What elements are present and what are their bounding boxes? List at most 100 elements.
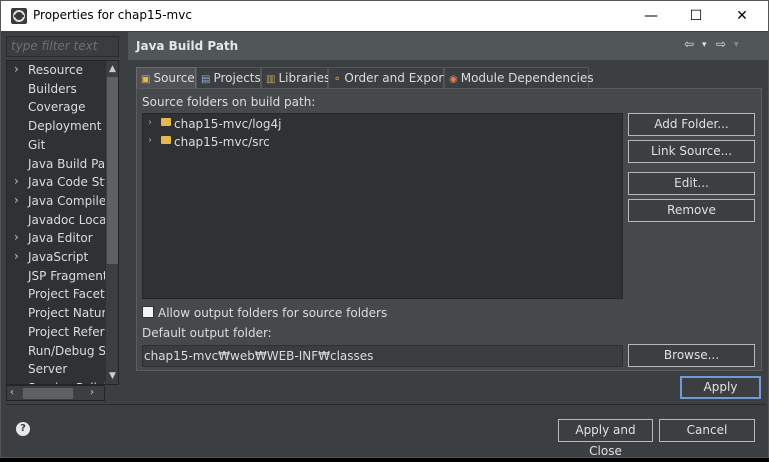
add-folder-button[interactable]: Add Folder... bbox=[628, 113, 755, 136]
module-tab-icon: ◉ bbox=[449, 74, 458, 85]
tree-item[interactable]: › chap15-mvc/log4j bbox=[143, 116, 613, 134]
nav-item[interactable]: Server bbox=[7, 361, 105, 379]
nav-item[interactable]: Run/Debug Settings bbox=[7, 343, 105, 361]
nav-item[interactable]: Java Build Path bbox=[7, 156, 105, 174]
nav-item-label: Server bbox=[28, 362, 68, 377]
tab-module-dependencies[interactable]: ◉ Module Dependencies bbox=[444, 67, 594, 88]
expand-arrow-icon[interactable]: › bbox=[14, 230, 24, 244]
nav-item-label: Javadoc Location bbox=[28, 212, 105, 227]
tab-projects-label: Projects bbox=[213, 71, 261, 85]
source-folder-icon bbox=[161, 136, 171, 144]
forward-arrow-icon[interactable]: ⇨ bbox=[716, 37, 726, 51]
nav-item-label: Git bbox=[28, 137, 46, 152]
nav-item[interactable]: › Resource bbox=[7, 62, 105, 80]
nav-item-label: Java Editor bbox=[28, 231, 93, 246]
maximize-icon: ☐ bbox=[689, 8, 703, 24]
scroll-up-icon[interactable]: ▲ bbox=[106, 61, 118, 77]
order-tab-icon: ⚬ bbox=[333, 74, 342, 85]
tab-libraries-label: Libraries bbox=[278, 71, 331, 85]
nav-item-label: Builders bbox=[28, 81, 77, 96]
maximize-button[interactable]: ☐ bbox=[673, 1, 719, 31]
nav-vertical-scrollbar[interactable]: ▲ ▼ bbox=[106, 61, 118, 384]
remove-button[interactable]: Remove bbox=[628, 199, 755, 222]
eclipse-app-icon bbox=[11, 8, 27, 24]
nav-item[interactable]: › Java Code Style bbox=[7, 174, 105, 192]
tab-order-export-label: Order and Export bbox=[344, 71, 448, 85]
nav-horizontal-scrollbar[interactable]: ‹ › bbox=[6, 385, 105, 401]
scroll-right-icon[interactable]: › bbox=[90, 386, 94, 400]
tab-libraries[interactable]: ▥ Libraries bbox=[261, 67, 331, 88]
tree-item-label: chap15-mvc/log4j bbox=[174, 117, 282, 131]
help-icon[interactable]: ? bbox=[16, 422, 30, 436]
nav-item[interactable]: Git bbox=[7, 137, 105, 155]
nav-item[interactable]: Builders bbox=[7, 81, 105, 99]
expand-arrow-icon[interactable]: › bbox=[14, 174, 24, 188]
expand-arrow-icon[interactable]: › bbox=[14, 193, 24, 207]
nav-item[interactable]: › Java Compiler bbox=[7, 193, 105, 211]
property-page-tree: › Resource Builders Coverage Deployment Asse… bbox=[6, 60, 119, 385]
tab-order-export[interactable]: ⚬ Order and Export bbox=[328, 67, 448, 88]
nav-item[interactable]: › JavaScript bbox=[7, 249, 105, 267]
filter-input[interactable]: type filter text bbox=[6, 36, 119, 57]
expand-arrow-icon[interactable]: › bbox=[14, 62, 24, 76]
page-title: Java Build Path bbox=[136, 39, 239, 53]
close-icon: ✕ bbox=[736, 8, 748, 24]
nav-item-label: Java Build Path bbox=[28, 156, 105, 171]
nav-item-label: Project References bbox=[28, 324, 105, 339]
tab-module-dependencies-label: Module Dependencies bbox=[460, 71, 594, 85]
forward-menu-icon[interactable]: ▾ bbox=[734, 40, 739, 50]
nav-item-label: JSP Fragment bbox=[28, 268, 105, 283]
scroll-left-icon[interactable]: ‹ bbox=[10, 386, 14, 400]
expand-chevron-icon[interactable]: › bbox=[148, 117, 152, 128]
nav-item-label: Project Facets bbox=[28, 287, 105, 302]
expand-chevron-icon[interactable]: › bbox=[148, 135, 152, 146]
allow-output-folders-checkbox[interactable] bbox=[142, 306, 154, 318]
nav-item-label: Java Compiler bbox=[28, 193, 105, 208]
projects-tab-icon: ▤ bbox=[201, 74, 211, 85]
minimize-button[interactable]: — bbox=[628, 1, 674, 31]
close-button[interactable]: ✕ bbox=[719, 1, 765, 31]
nav-item[interactable]: Deployment Assembly bbox=[7, 118, 105, 136]
apply-button[interactable]: Apply bbox=[680, 376, 761, 399]
window-title: Properties for chap15-mvc bbox=[33, 8, 192, 22]
nav-item[interactable]: › Java Editor bbox=[7, 230, 105, 248]
edit-button[interactable]: Edit... bbox=[628, 172, 755, 195]
apply-and-close-button[interactable]: Apply and Close bbox=[558, 419, 653, 458]
back-menu-icon[interactable]: ▾ bbox=[702, 40, 707, 50]
nav-item[interactable]: Javadoc Location bbox=[7, 212, 105, 230]
expand-arrow-icon[interactable]: › bbox=[14, 249, 24, 263]
link-source-button[interactable]: Link Source... bbox=[628, 140, 755, 163]
tab-source-label: Source bbox=[153, 71, 195, 85]
nav-item[interactable]: JSP Fragment bbox=[7, 268, 105, 286]
nav-item-label: Run/Debug Settings bbox=[28, 343, 105, 358]
nav-item[interactable]: Project Facets bbox=[7, 286, 105, 304]
nav-item[interactable]: Project Natures bbox=[7, 305, 105, 323]
libraries-tab-icon: ▥ bbox=[266, 74, 276, 85]
nav-item-label: JavaScript bbox=[28, 250, 89, 264]
nav-item[interactable]: Coverage bbox=[7, 99, 105, 117]
back-arrow-icon[interactable]: ⇦ bbox=[684, 37, 694, 51]
tree-item[interactable]: › chap15-mvc/src bbox=[143, 134, 613, 152]
nav-item[interactable]: Project References bbox=[7, 324, 105, 342]
nav-item-label: Java Code Style bbox=[28, 175, 105, 190]
nav-item-label: Project Natures bbox=[28, 306, 105, 321]
cancel-button[interactable]: Cancel bbox=[659, 419, 755, 442]
minimize-icon: — bbox=[644, 8, 658, 24]
source-folder-tree: › chap15-mvc/log4j › chap15-mvc/src bbox=[142, 113, 623, 299]
nav-scroll-thumb[interactable] bbox=[107, 77, 118, 264]
nav-item-label: Coverage bbox=[28, 100, 86, 115]
tab-source[interactable]: ▣ Source bbox=[136, 67, 196, 88]
nav-item-label: Deployment Assembly bbox=[28, 119, 105, 134]
source-folders-label: Source folders on build path: bbox=[142, 95, 316, 109]
scroll-down-icon[interactable]: ▼ bbox=[106, 368, 118, 384]
default-output-folder-field[interactable]: chap15-mvc₩web₩WEB-INF₩classes bbox=[142, 345, 623, 367]
nav-item-label: Resource bbox=[28, 63, 84, 77]
page-header: Java Build Path ⇦ ▾ ⇨ ▾ bbox=[128, 32, 768, 60]
tab-projects[interactable]: ▤ Projects bbox=[196, 67, 261, 88]
nav-hscroll-thumb[interactable] bbox=[23, 388, 73, 399]
allow-output-folders-label: Allow output folders for source folders bbox=[158, 306, 388, 320]
title-bar: Properties for chap15-mvc — ☐ ✕ bbox=[1, 1, 768, 31]
browse-button[interactable]: Browse... bbox=[628, 344, 755, 367]
footer-divider bbox=[5, 404, 766, 405]
source-tab-icon: ▣ bbox=[141, 74, 151, 85]
